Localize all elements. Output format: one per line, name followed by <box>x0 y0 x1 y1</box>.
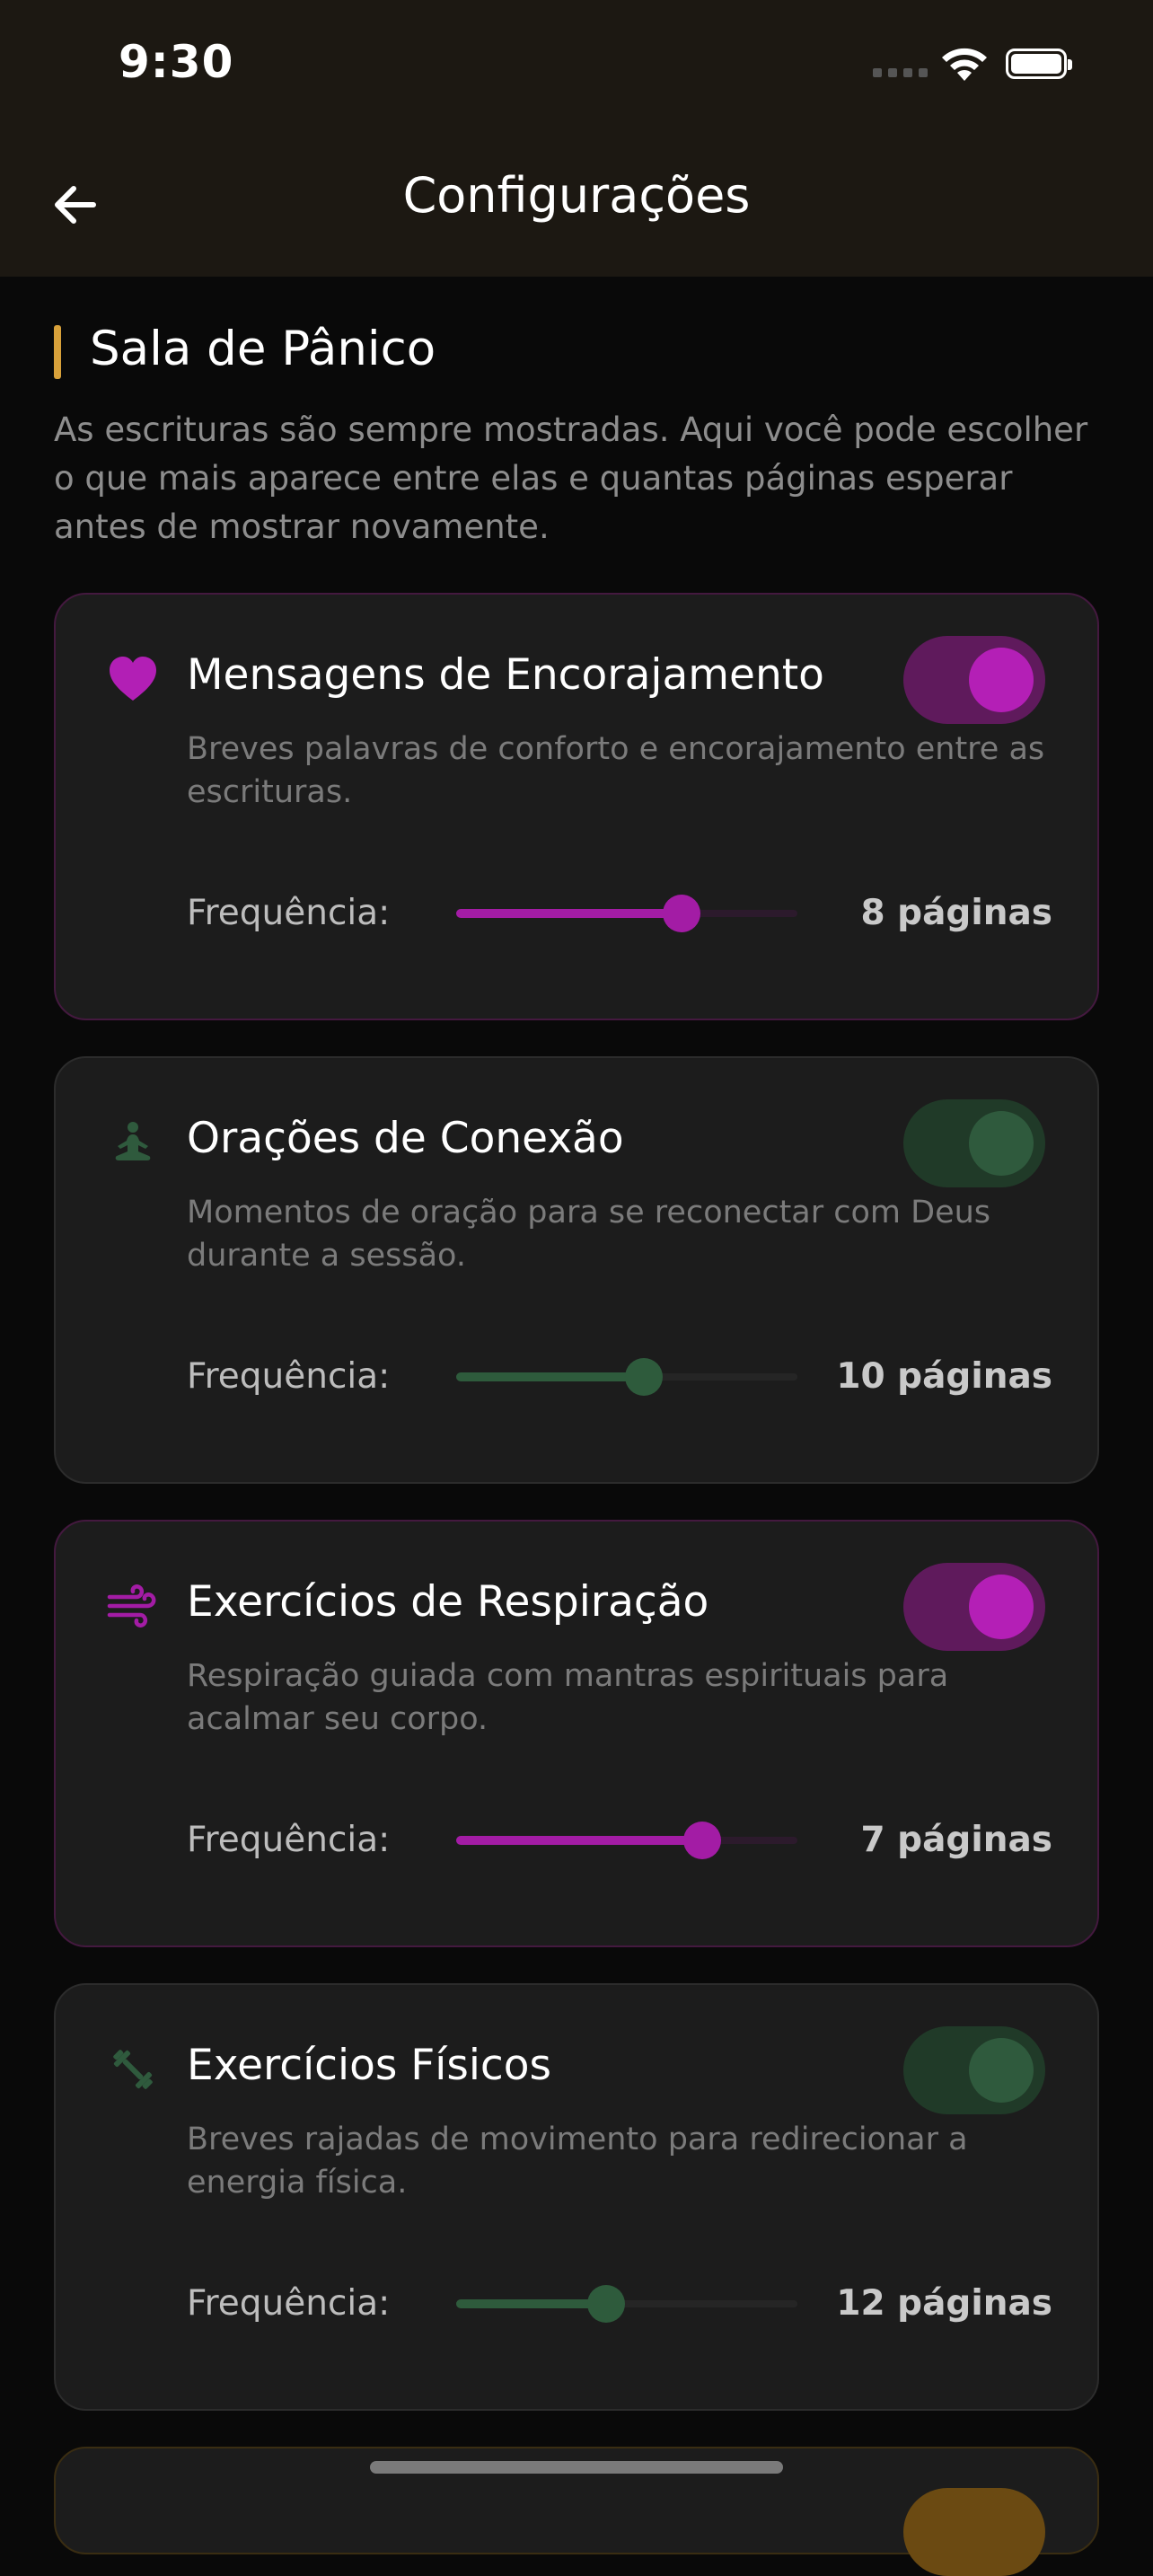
frequency-label: Frequência: <box>187 2283 391 2324</box>
frequency-label: Frequência: <box>187 893 391 933</box>
card-description: Breves rajadas de movimento para redirec… <box>187 2122 968 2201</box>
dumbbell-icon <box>113 2050 153 2089</box>
frequency-value: 12 páginas <box>836 2283 1052 2324</box>
frequency-value: 7 páginas <box>860 1820 1052 1860</box>
frequency-value: 8 páginas <box>860 893 1052 933</box>
frequency-label: Frequência: <box>187 1820 391 1860</box>
card-title: Exercícios de Respiração <box>187 1577 709 1627</box>
battery-icon <box>1006 49 1072 79</box>
frequency-slider[interactable] <box>456 891 797 936</box>
toggle-knob <box>969 1575 1034 1639</box>
status-time: 9:30 <box>119 36 234 88</box>
card-description: Respiração guiada com mantras espirituai… <box>187 1658 949 1737</box>
slider-fill <box>456 2299 607 2308</box>
frequency-slider[interactable] <box>456 1354 797 1399</box>
slider-thumb[interactable] <box>625 1358 663 1396</box>
encouragement-toggle[interactable] <box>903 636 1045 724</box>
frequency-slider[interactable] <box>456 2281 797 2326</box>
frequency-label: Frequência: <box>187 1356 391 1397</box>
card-connection-prayers: Orações de Conexão Momentos de oração pa… <box>54 1056 1099 1484</box>
physical-exercises-toggle[interactable] <box>903 2026 1045 2114</box>
section-description: As escrituras são sempre mostradas. Aqui… <box>54 410 1088 546</box>
slider-fill <box>456 909 682 918</box>
slider-thumb[interactable] <box>662 895 700 932</box>
section-title: Sala de Pânico <box>90 322 436 376</box>
cellular-signal-icon <box>873 68 928 77</box>
card-title: Exercícios Físicos <box>187 2041 551 2090</box>
toggle-knob <box>969 2038 1034 2103</box>
card-title: Orações de Conexão <box>187 1114 624 1163</box>
home-indicator <box>370 2461 783 2474</box>
toggle-knob <box>969 648 1034 712</box>
next-card-toggle[interactable] <box>903 2488 1045 2576</box>
card-physical-exercises: Exercícios Físicos Breves rajadas de mov… <box>54 1983 1099 2411</box>
meditation-icon <box>115 1122 151 1160</box>
connection-prayers-toggle[interactable] <box>903 1099 1045 1187</box>
section-accent-bar <box>54 325 61 379</box>
slider-thumb[interactable] <box>587 2285 626 2323</box>
status-bar: 9:30 <box>0 0 1153 126</box>
card-encouragement-messages: Mensagens de Encorajamento Breves palavr… <box>54 593 1099 1020</box>
wifi-icon <box>942 48 987 81</box>
heart-icon <box>110 657 156 701</box>
card-description: Momentos de oração para se reconectar co… <box>187 1195 991 1274</box>
wind-icon <box>107 1584 156 1628</box>
card-title: Mensagens de Encorajamento <box>187 650 824 700</box>
frequency-slider[interactable] <box>456 1818 797 1863</box>
frequency-value: 10 páginas <box>836 1356 1052 1397</box>
card-description: Breves palavras de conforto e encorajame… <box>187 731 1045 810</box>
slider-fill <box>456 1836 702 1845</box>
slider-fill <box>456 1372 644 1381</box>
card-breathing-exercises: Exercícios de Respiração Respiração guia… <box>54 1520 1099 1947</box>
app-bar: Configurações <box>0 126 1153 277</box>
breathing-toggle[interactable] <box>903 1563 1045 1651</box>
toggle-knob <box>969 1111 1034 1176</box>
page-title: Configurações <box>402 167 751 224</box>
slider-thumb[interactable] <box>682 1822 721 1859</box>
